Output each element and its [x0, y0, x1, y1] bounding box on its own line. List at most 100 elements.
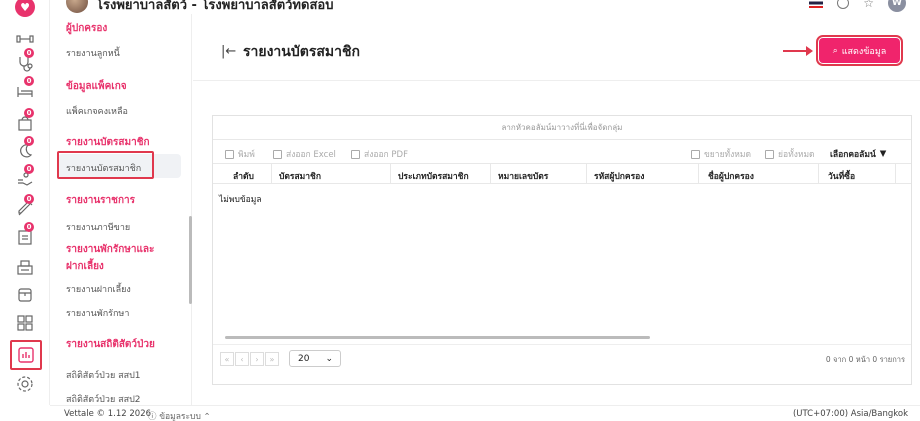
export-excel-label: ส่งออก Excel: [286, 150, 336, 160]
column-separator: [895, 164, 896, 184]
no-data-message: ไม่พบข้อมูล: [219, 195, 262, 205]
pdf-icon: [351, 149, 360, 159]
clinic-title: โรงพยาบาลสัตว์ - โรงพยาบาลสัตว์ทดสอบ: [96, 0, 334, 13]
shop-bag-icon[interactable]: 0: [14, 108, 36, 134]
collapse-arrow-icon[interactable]: |←: [221, 44, 236, 59]
badge-count: 0: [24, 222, 34, 232]
badge-count: 0: [24, 108, 34, 118]
menu-item[interactable]: สถิติสัตว์ป่วย สสป2: [66, 392, 141, 406]
menu-heading: ข้อมูลแพ็คเกจ: [66, 81, 127, 92]
menu-item[interactable]: สถิติสัตว์ป่วย สสป1: [66, 368, 141, 382]
bed-icon[interactable]: 0: [14, 76, 36, 102]
main-content: |← รายงานบัตรสมาชิก ⌕ แสดงข้อมูล ลากหัวค…: [193, 14, 920, 405]
page-size-value: 20: [298, 353, 310, 364]
gear-icon[interactable]: [14, 373, 36, 395]
collapse-icon: [765, 149, 774, 159]
menu-item[interactable]: รายงานฝากเลี้ยง: [66, 282, 131, 296]
version-text: Vettale © 1.12 2026: [64, 409, 152, 419]
grid-apps-icon[interactable]: [14, 312, 36, 334]
moon-icon[interactable]: 0: [14, 136, 36, 162]
syringe-icon[interactable]: 0: [14, 194, 36, 220]
user-avatar[interactable]: W: [888, 0, 906, 12]
scrollbar[interactable]: [189, 216, 192, 304]
app-root: ♥ 0 0 0 0 0 0 0 โรงพยาบาลสัตว์ - โรงพยาบ…: [0, 0, 920, 421]
column-header[interactable]: ประเภทบัตรสมาชิก: [398, 169, 469, 183]
footer: Vettale © 1.12 2026 ⓘ ข้อมูลระบบ ⌃ (UTC+…: [50, 405, 920, 421]
menu-heading: รายงานพักรักษาและ: [66, 244, 155, 255]
grid-toolbar: พิมพ์ ส่งออก Excel ส่งออก PDF ขยายทั้งหม…: [213, 140, 911, 164]
export-pdf-button[interactable]: ส่งออก PDF: [351, 147, 408, 161]
help-icon[interactable]: [837, 0, 850, 9]
column-separator: [271, 164, 272, 184]
timezone-text: (UTC+07:00) Asia/Bangkok: [792, 409, 908, 419]
menu-item[interactable]: รายงานพักรักษา: [66, 306, 129, 320]
choose-columns-dropdown[interactable]: เลือกคอลัมน์ ▼: [830, 147, 886, 161]
collapse-all-label: ย่อทั้งหมด: [778, 150, 815, 160]
export-excel-button[interactable]: ส่งออก Excel: [273, 147, 336, 161]
menu-heading: ผู้ปกครอง: [66, 23, 108, 34]
column-separator: [390, 164, 391, 184]
divider: [193, 80, 920, 81]
badge-count: 0: [24, 76, 34, 86]
first-page-button[interactable]: «: [220, 352, 234, 366]
collapse-all-button[interactable]: ย่อทั้งหมด: [765, 147, 815, 161]
data-grid: ลากหัวคอลัมน์มาวางที่นี่เพื่อจัดกลุ่ม พิ…: [212, 115, 912, 385]
heart-logo-icon[interactable]: ♥: [15, 0, 35, 17]
bookmark-icon[interactable]: ☆: [863, 0, 874, 10]
report-chart-icon[interactable]: [10, 340, 42, 370]
top-bar: โรงพยาบาลสัตว์ - โรงพยาบาลสัตว์ทดสอบ ☆ W: [50, 0, 920, 14]
menu-item[interactable]: รายงานลูกหนี้: [66, 46, 120, 60]
cash-register-icon[interactable]: [14, 256, 36, 278]
search-icon: ⌕: [832, 45, 838, 56]
excel-icon: [273, 149, 282, 159]
next-page-button[interactable]: ›: [250, 352, 264, 366]
hand-care-icon[interactable]: 0: [14, 164, 36, 190]
column-separator: [490, 164, 491, 184]
box-icon[interactable]: [14, 284, 36, 306]
column-header[interactable]: หมายเลขบัตร: [498, 169, 548, 183]
column-header[interactable]: ชื่อผู้ปกครอง: [708, 169, 754, 183]
page-size-select[interactable]: 20 ⌄: [289, 350, 341, 367]
menu-heading: ฝากเลี้ยง: [66, 261, 104, 272]
dumbbell-icon[interactable]: [14, 28, 36, 50]
stethoscope-icon[interactable]: 0: [14, 48, 36, 74]
printer-icon: [225, 149, 234, 159]
menu-heading: รายงานบัตรสมาชิก: [66, 137, 150, 148]
show-data-button[interactable]: ⌕ แสดงข้อมูล: [816, 35, 903, 66]
export-pdf-label: ส่งออก PDF: [364, 150, 408, 160]
print-button[interactable]: พิมพ์: [225, 147, 255, 161]
column-header[interactable]: บัตรสมาชิก: [279, 169, 321, 183]
group-panel[interactable]: ลากหัวคอลัมน์มาวางที่นี่เพื่อจัดกลุ่ม: [213, 116, 911, 140]
last-page-button[interactable]: »: [265, 352, 279, 366]
report-submenu: ผู้ปกครอง รายงานลูกหนี้ ข้อมูลแพ็คเกจ แพ…: [50, 14, 192, 405]
column-header[interactable]: รหัสผู้ปกครอง: [594, 169, 644, 183]
system-info-label: ข้อมูลระบบ: [159, 412, 201, 421]
grid-header: ลำดับ บัตรสมาชิก ประเภทบัตรสมาชิก หมายเล…: [213, 164, 911, 184]
badge-count: 0: [24, 194, 34, 204]
badge-count: 0: [24, 48, 34, 58]
column-separator: [698, 164, 699, 184]
menu-item-membership[interactable]: รายงานบัตรสมาชิก: [66, 161, 141, 175]
column-header[interactable]: ลำดับ: [233, 169, 254, 183]
column-header[interactable]: วันที่ซื้อ: [828, 169, 855, 183]
expand-all-button[interactable]: ขยายทั้งหมด: [691, 147, 751, 161]
thai-flag-icon[interactable]: [809, 0, 824, 8]
prev-page-button[interactable]: ‹: [235, 352, 249, 366]
system-info-link[interactable]: ⓘ ข้อมูลระบบ ⌃: [148, 409, 211, 421]
column-separator: [586, 164, 587, 184]
top-actions: ☆ W: [809, 0, 906, 12]
caret-down-icon: ▼: [879, 149, 887, 159]
expand-all-label: ขยายทั้งหมด: [704, 150, 752, 160]
menu-item[interactable]: แพ็คเกจคงเหลือ: [66, 104, 128, 118]
annotation-arrow: [783, 46, 813, 56]
expand-icon: [691, 149, 700, 159]
menu-item[interactable]: รายงานภาษีขาย: [66, 220, 130, 234]
show-data-label: แสดงข้อมูล: [841, 46, 887, 57]
calendar-list-icon[interactable]: 0: [14, 222, 36, 248]
menu-heading: รายงานราชการ: [66, 195, 135, 206]
pager: « ‹ › » 20 ⌄ 0 จาก 0 หน้า 0 รายการ: [213, 344, 911, 370]
badge-count: 0: [24, 136, 34, 146]
pager-info: 0 จาก 0 หน้า 0 รายการ: [825, 355, 905, 364]
column-separator: [818, 164, 819, 184]
horizontal-scrollbar[interactable]: [225, 336, 650, 339]
